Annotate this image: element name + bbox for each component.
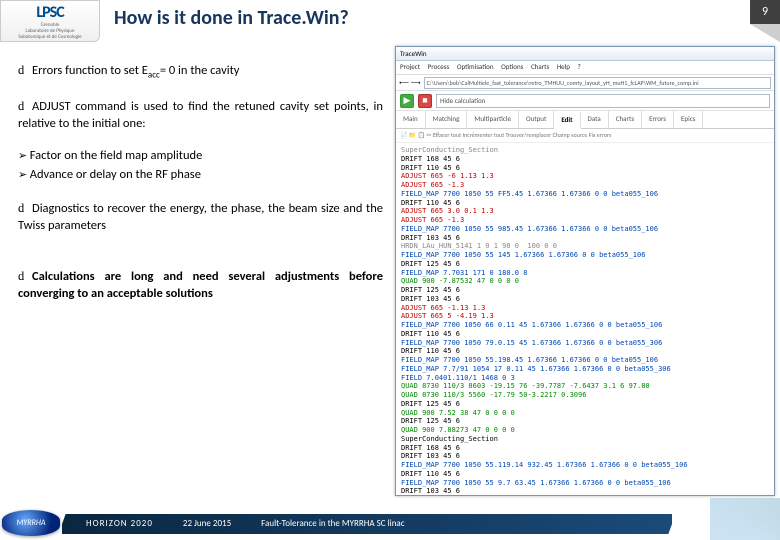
code-editor[interactable]: SuperConducting_Section DRIFT 168 45 6 D… <box>396 143 774 495</box>
footer-bar: HORIZON 2020 22 June 2015 Fault-Toleranc… <box>62 514 672 534</box>
footer-caption: Fault-Tolerance in the MYRRHA SC linac <box>261 518 404 529</box>
tracewin-window: TraceWin Project Process Optimisation Op… <box>395 46 775 496</box>
corner-graphic <box>710 498 780 540</box>
corner-decoration <box>750 24 780 42</box>
footer-date: 22 June 2015 <box>183 518 231 529</box>
window-titlebar[interactable]: TraceWin <box>396 47 774 61</box>
tab-multiparticle[interactable]: Multiparticle <box>467 111 519 128</box>
stop-icon[interactable]: ■ <box>418 94 432 108</box>
bullet-1: dErrors function to set Eacc= 0 in the c… <box>18 62 383 82</box>
slide-header: LPSC Grenoble Laboratoire de Physique Su… <box>0 0 780 42</box>
calc-label[interactable]: Hide calculation <box>436 94 770 108</box>
slide-title: How is it done in Trace.Win? <box>100 0 780 30</box>
page-number: 9 <box>750 0 780 24</box>
bullet-3: dDiagnostics to recover the energy, the … <box>18 200 383 235</box>
bullet-2a: ➢ Factor on the field map amplitude <box>18 148 383 165</box>
path-field[interactable]: C:\Users\bob\CalMultiele_fast_tolerance\… <box>424 77 771 89</box>
tab-data[interactable]: Data <box>581 111 609 128</box>
nav-arrows-icon[interactable]: ⟵ ⟶ <box>399 78 421 87</box>
bullet-2b: ➢ Advance or delay on the RF phase <box>18 167 383 184</box>
edit-toolbar[interactable]: 📄 📁 📋 ✂ Effacer tout Incrémenter tout Tr… <box>396 129 774 143</box>
slide-footer: MYRRHA HORIZON 2020 22 June 2015 Fault-T… <box>0 498 780 540</box>
tab-edit[interactable]: Edit <box>554 112 580 129</box>
tab-output[interactable]: Output <box>519 111 554 128</box>
logo-line2: Subatomique et de Cosmologie <box>18 34 81 40</box>
menu-bar[interactable]: Project Process Optimisation Options Cha… <box>396 61 774 75</box>
tab-epics[interactable]: Epics <box>674 111 703 128</box>
text-column: dErrors function to set Eacc= 0 in the c… <box>0 42 395 498</box>
bullet-4: dCalculations are long and need several … <box>18 268 383 303</box>
program-name: HORIZON 2020 <box>86 518 153 529</box>
institution-logo: LPSC Grenoble Laboratoire de Physique Su… <box>0 0 100 42</box>
toolbar: ▶ ■ Hide calculation <box>396 91 774 111</box>
tab-matching[interactable]: Matching <box>426 111 468 128</box>
project-logo: MYRRHA <box>2 510 60 536</box>
bullet-2: dADJUST command is used to find the retu… <box>18 98 383 133</box>
address-bar: ⟵ ⟶ C:\Users\bob\CalMultiele_fast_tolera… <box>396 75 774 91</box>
tab-charts[interactable]: Charts <box>609 111 642 128</box>
screenshot-column: TraceWin Project Process Optimisation Op… <box>395 42 780 498</box>
run-icon[interactable]: ▶ <box>400 94 414 108</box>
tab-main[interactable]: Main <box>396 111 426 128</box>
logo-main: LPSC <box>36 3 63 22</box>
tab-bar: MainMatchingMultiparticleOutputEditDataC… <box>396 111 774 129</box>
tab-errors[interactable]: Errors <box>642 111 674 128</box>
